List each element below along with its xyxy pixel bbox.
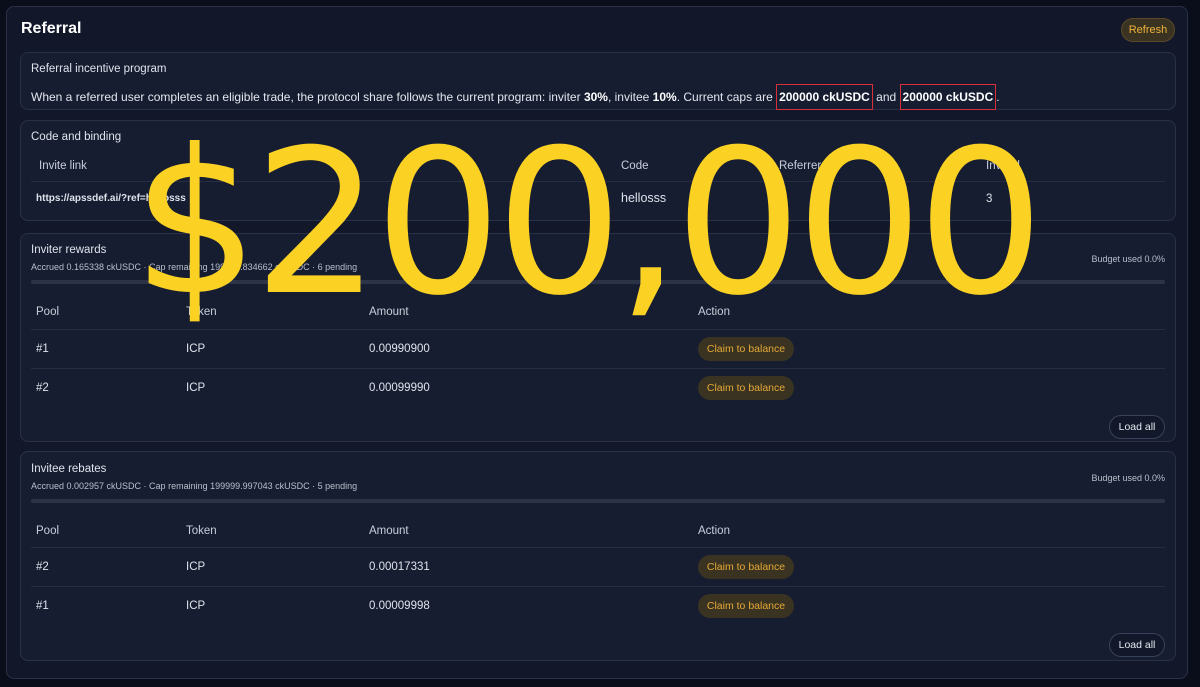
page-title: Referral <box>21 20 82 37</box>
inviter-row-2-pool: #2 <box>36 382 49 394</box>
invitee-row-1-token: ICP <box>186 561 206 573</box>
invitee-header-divider <box>31 547 1165 548</box>
inviter-rewards-summary: Accrued 0.165338 ckUSDC · Cap remaining … <box>31 262 358 272</box>
amount-header: Amount <box>369 525 409 537</box>
token-header: Token <box>186 306 217 318</box>
pool-header: Pool <box>36 306 60 318</box>
refresh-button[interactable]: Refresh <box>1121 18 1175 42</box>
invitee-row-2-amount: 0.00009998 <box>369 600 430 612</box>
incentive-title: Referral incentive program <box>31 63 167 75</box>
invitee-load-all-button[interactable]: Load all <box>1109 633 1165 657</box>
invitee-rebates-title: Invitee rebates <box>31 463 107 475</box>
pool-header: Pool <box>36 525 60 537</box>
invited-value: 3 <box>986 193 993 205</box>
code-value: hellosss <box>621 191 667 205</box>
inviter-percentage: 30% <box>583 90 608 104</box>
inviter-rewards-panel: Inviter rewards Accrued 0.165338 ckUSDC … <box>20 233 1176 442</box>
action-header: Action <box>698 306 730 318</box>
inviter-row-1-token: ICP <box>186 343 206 355</box>
token-header: Token <box>186 525 217 537</box>
inviter-row-2-amount: 0.00099990 <box>369 382 430 394</box>
invitee-row-divider <box>31 586 1165 587</box>
invitee-cap-highlight: 200000 ckUSDC <box>899 84 997 110</box>
incentive-text-and: and <box>872 90 900 104</box>
invitee-row-1-amount: 0.00017331 <box>369 561 430 573</box>
incentive-description: When a referred user completes an eligib… <box>31 84 1000 110</box>
invite-link-value[interactable]: https://apssdef.ai/?ref=hellosss <box>36 193 186 204</box>
code-header: Code <box>621 160 649 172</box>
invitee-budget-used: Budget used 0.0% <box>1091 473 1165 483</box>
invitee-budget-bar <box>31 499 1165 503</box>
invitee-rebates-panel: Invitee rebates Accrued 0.002957 ckUSDC … <box>20 451 1176 661</box>
action-header: Action <box>698 525 730 537</box>
incentive-text-end: . <box>996 90 1000 104</box>
inviter-row-1-claim-button[interactable]: Claim to balance <box>698 337 794 361</box>
inviter-row-divider <box>31 368 1165 369</box>
inviter-row-2-claim-button[interactable]: Claim to balance <box>698 376 794 400</box>
invitee-rebates-summary: Accrued 0.002957 ckUSDC · Cap remaining … <box>31 481 358 491</box>
referral-page: Referral Refresh Referral incentive prog… <box>6 6 1188 679</box>
binding-panel: Code and binding Invite link Code Referr… <box>20 120 1176 221</box>
inviter-budget-used: Budget used 0.0% <box>1091 254 1165 264</box>
incentive-text-before: When a referred user completes an eligib… <box>31 90 584 104</box>
invitee-row-2-pool: #1 <box>36 600 49 612</box>
amount-header: Amount <box>369 306 409 318</box>
incentive-text-mid2: . Current caps are <box>676 90 777 104</box>
referrer-header: Referrer <box>779 160 822 172</box>
inviter-row-2-token: ICP <box>186 382 206 394</box>
inviter-rewards-title: Inviter rewards <box>31 244 107 256</box>
inviter-budget-bar <box>31 280 1165 284</box>
invitee-row-1-pool: #2 <box>36 561 49 573</box>
invite-link-header: Invite link <box>39 160 87 172</box>
inviter-load-all-button[interactable]: Load all <box>1109 415 1165 439</box>
invitee-row-2-claim-button[interactable]: Claim to balance <box>698 594 794 618</box>
invitee-row-2-token: ICP <box>186 600 206 612</box>
invitee-row-1-claim-button[interactable]: Claim to balance <box>698 555 794 579</box>
incentive-text-mid1: , invitee <box>607 90 653 104</box>
referrer-value: fi <box>779 191 786 205</box>
invitee-percentage: 10% <box>652 90 677 104</box>
inviter-cap-highlight: 200000 ckUSDC <box>776 84 873 110</box>
incentive-panel: Referral incentive program When a referr… <box>20 52 1176 110</box>
inviter-row-1-pool: #1 <box>36 343 49 355</box>
invited-header: Invited <box>986 160 1020 172</box>
inviter-header-divider <box>31 329 1165 330</box>
binding-divider <box>31 181 1165 182</box>
binding-title: Code and binding <box>31 131 122 143</box>
inviter-row-1-amount: 0.00990900 <box>369 343 430 355</box>
